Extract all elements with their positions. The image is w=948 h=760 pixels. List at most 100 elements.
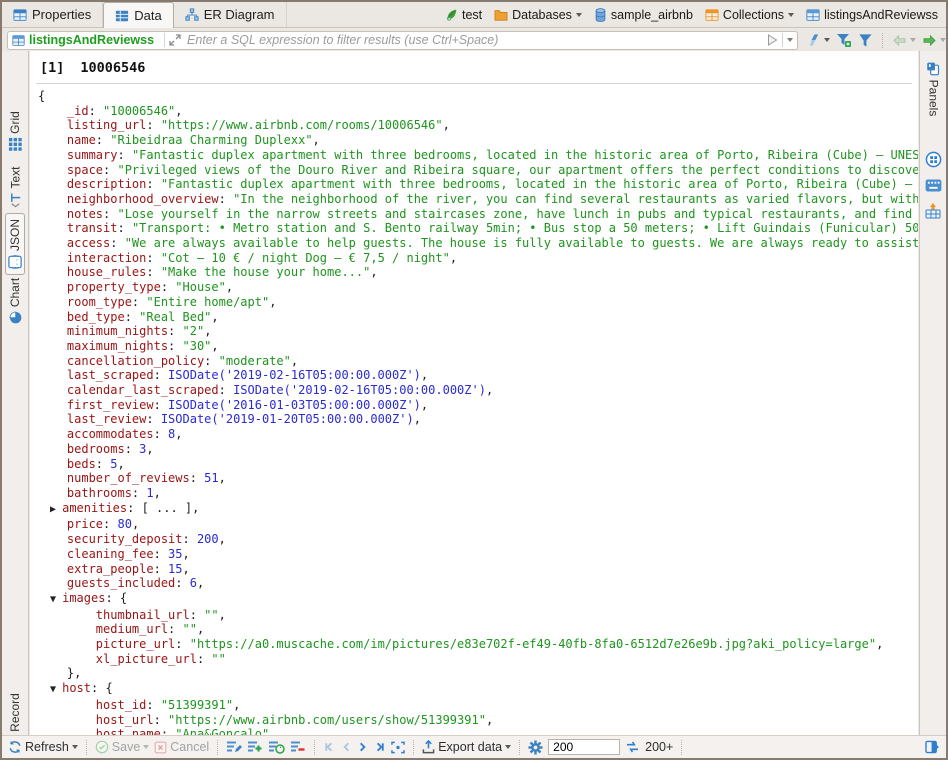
collapse-toggle-icon[interactable]: ▼ — [38, 594, 62, 605]
filter-icon[interactable] — [858, 33, 873, 48]
collapse-toggle-icon[interactable]: ▶ — [38, 504, 62, 515]
prev-page-icon[interactable] — [341, 741, 352, 753]
divider — [217, 740, 218, 755]
breadcrumb-collections[interactable]: Collections — [705, 8, 794, 22]
query-forward-button[interactable] — [922, 35, 946, 46]
json-line: cancellation_policy: "moderate", — [38, 354, 918, 369]
run-query-icon[interactable] — [767, 34, 778, 46]
collapse-toggle-icon[interactable]: ▼ — [38, 684, 62, 695]
query-back-button[interactable] — [892, 35, 916, 46]
view-tab-chart[interactable]: Chart — [2, 275, 28, 327]
view-tab-label: Text — [8, 166, 22, 188]
breadcrumb-database[interactable]: sample_airbnb — [594, 8, 693, 22]
json-line: security_deposit: 200, — [38, 532, 918, 547]
er-diagram-icon — [185, 8, 199, 22]
connection-leaf-icon — [445, 8, 458, 21]
chart-pie-icon — [9, 311, 22, 324]
collection-name: listingsAndReviewss — [824, 8, 938, 22]
export-data-button[interactable]: Export data — [422, 740, 511, 754]
json-result-view: [1] 10006546 { _id: "10006546", listing_… — [30, 51, 918, 735]
breadcrumb-collection[interactable]: listingsAndReviewss — [806, 8, 938, 22]
eraser-icon — [806, 33, 821, 47]
json-line: host_id: "51399391", — [38, 698, 918, 713]
breadcrumb: test Databases sample_airbnb Collections… — [445, 2, 946, 27]
refresh-button[interactable]: Refresh — [8, 740, 78, 754]
json-line: access: "We are always available to help… — [38, 236, 918, 251]
back-arrow-icon — [892, 35, 907, 46]
tab-er-diagram[interactable]: ER Diagram — [174, 2, 287, 27]
cancel-button[interactable]: Cancel — [154, 740, 209, 754]
divider — [164, 33, 165, 47]
tab-label: Properties — [32, 7, 91, 22]
json-view-icon: {..} — [8, 255, 22, 269]
json-line: host_name: "Ana&Gonçalo", — [38, 727, 918, 735]
replace-document-icon[interactable] — [268, 740, 285, 754]
tab-properties[interactable]: Properties — [2, 2, 103, 27]
json-line: }, — [38, 666, 918, 681]
open-in-panel-icon[interactable] — [925, 740, 940, 754]
json-line: last_scraped: ISODate('2019-02-16T05:00:… — [38, 368, 918, 383]
cancel-x-icon — [154, 741, 167, 754]
view-tab-grid[interactable]: Grid — [2, 105, 28, 157]
page-size-input[interactable] — [548, 739, 620, 755]
import-table-icon[interactable] — [925, 203, 941, 219]
chevron-down-icon — [940, 38, 946, 42]
next-page-icon[interactable] — [357, 741, 368, 753]
forward-arrow-icon — [922, 35, 937, 46]
divider — [782, 33, 783, 47]
keyboard-icon[interactable] — [925, 179, 942, 192]
first-page-icon[interactable] — [323, 741, 336, 753]
tab-label: Data — [134, 8, 161, 23]
query-filter-box: listingsAndReviewss Enter a SQL expressi… — [7, 31, 798, 50]
json-line: notes: "Lose yourself in the narrow stre… — [38, 207, 918, 222]
intellishell-icon[interactable] — [925, 151, 942, 168]
document-header[interactable]: [1] 10006546 — [30, 51, 918, 83]
panels-tab[interactable]: Panels — [920, 57, 946, 121]
add-filter-icon[interactable] — [836, 33, 852, 48]
add-document-icon[interactable] — [247, 740, 263, 754]
view-tab-json[interactable]: {..} JSON — [2, 215, 28, 273]
save-button[interactable]: Save — [95, 740, 150, 754]
divider — [882, 33, 883, 48]
json-line: _id: "10006546", — [38, 104, 918, 119]
json-line: beds: 5, — [38, 457, 918, 472]
view-tabs-strip: Grid Text {..} JSON Chart Record — [2, 51, 29, 735]
tab-data[interactable]: Data — [103, 2, 173, 28]
breadcrumb-connection[interactable]: test — [445, 8, 482, 22]
json-line: { — [38, 89, 918, 104]
last-page-icon[interactable] — [373, 741, 386, 753]
view-tab-label: JSON — [8, 219, 22, 251]
chevron-down-icon — [910, 38, 916, 42]
edit-document-icon[interactable] — [226, 740, 242, 754]
connection-name: test — [462, 8, 482, 22]
view-tab-label: Record — [8, 693, 22, 732]
json-line: xl_picture_url: "" — [38, 652, 918, 667]
divider — [681, 740, 682, 755]
clear-filter-button[interactable] — [806, 33, 830, 47]
fetch-more-icon[interactable] — [625, 741, 640, 753]
main-tab-bar: Properties Data ER Diagram test Database… — [2, 2, 946, 28]
json-line: price: 80, — [38, 517, 918, 532]
settings-gear-icon[interactable] — [528, 740, 543, 755]
divider — [413, 740, 414, 755]
divider — [36, 83, 912, 84]
view-tab-text[interactable]: Text — [2, 161, 28, 213]
json-line: thumbnail_url: "", — [38, 608, 918, 623]
query-options-caret[interactable] — [787, 38, 793, 42]
grid-view-icon — [9, 138, 22, 151]
json-line: transit: "Transport: • Metro station and… — [38, 221, 918, 236]
table-icon — [13, 8, 27, 22]
json-line: maximum_nights: "30", — [38, 339, 918, 354]
focus-document-icon[interactable] — [391, 741, 405, 754]
delete-document-icon[interactable] — [290, 740, 306, 754]
json-line: number_of_reviews: 51, — [38, 471, 918, 486]
json-line: property_type: "House", — [38, 280, 918, 295]
expand-editor-icon[interactable] — [169, 34, 181, 46]
folder-icon — [494, 9, 508, 21]
panels-strip: Panels — [919, 51, 946, 735]
data-grid-icon — [115, 9, 129, 23]
json-line: calendar_last_scraped: ISODate('2019-02-… — [38, 383, 918, 398]
json-line: house_rules: "Make the house your home..… — [38, 265, 918, 280]
breadcrumb-databases[interactable]: Databases — [494, 8, 582, 22]
sql-filter-input[interactable]: Enter a SQL expression to filter results… — [187, 33, 767, 47]
